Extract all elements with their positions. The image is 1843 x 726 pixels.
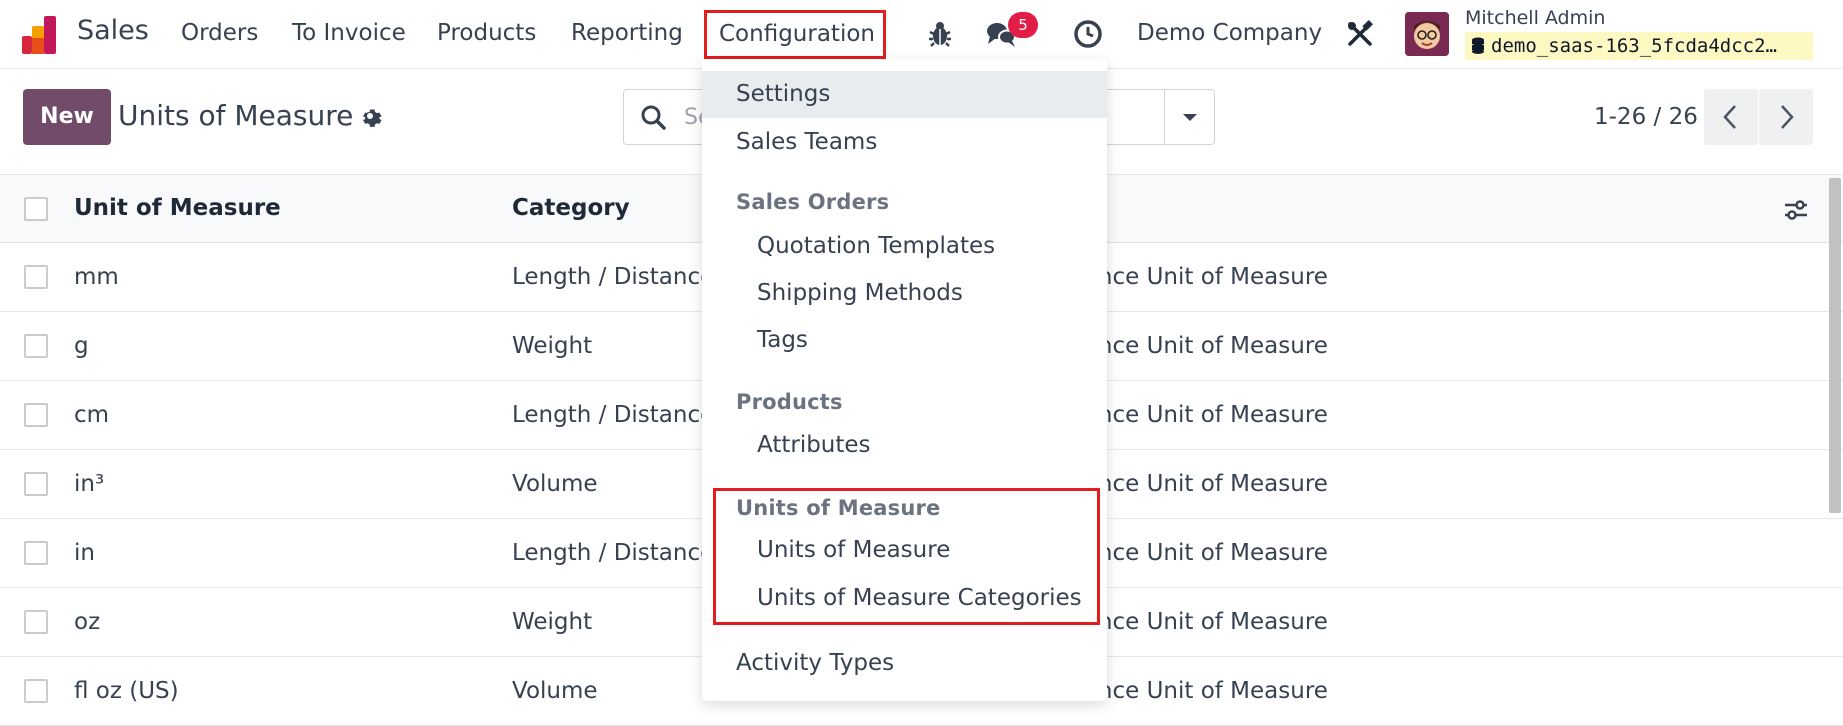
app-name[interactable]: Sales — [77, 15, 149, 46]
uom-section-highlight — [713, 488, 1100, 625]
cell-uom: in — [74, 540, 95, 566]
column-header-uom[interactable]: Unit of Measure — [74, 195, 281, 221]
cell-category: Weight — [512, 609, 593, 635]
row-checkbox[interactable] — [24, 265, 48, 289]
cell-uom: fl oz (US) — [74, 678, 179, 704]
cell-category: Volume — [512, 678, 598, 704]
pager-previous-button[interactable] — [1704, 89, 1758, 145]
menu-to-invoice[interactable]: To Invoice — [292, 20, 406, 46]
menu-configuration[interactable]: Configuration — [704, 10, 886, 59]
cell-category: Length / Distance — [512, 264, 715, 290]
database-icon — [1472, 37, 1484, 54]
row-checkbox[interactable] — [24, 472, 48, 496]
search-icon — [641, 105, 666, 130]
cell-uom: cm — [74, 402, 110, 428]
cell-uom: mm — [74, 264, 119, 290]
caret-down-icon — [1183, 114, 1197, 121]
row-checkbox[interactable] — [24, 334, 48, 358]
menu-orders[interactable]: Orders — [181, 20, 258, 46]
cell-category: Length / Distance — [512, 540, 715, 566]
menu-item-activity-types[interactable]: Activity Types — [702, 640, 1107, 687]
bug-icon[interactable] — [924, 18, 956, 50]
menu-item-settings[interactable]: Settings — [702, 71, 1107, 118]
search-options-toggle[interactable] — [1164, 90, 1214, 144]
new-button[interactable]: New — [23, 89, 111, 145]
cell-uom: g — [74, 333, 89, 359]
cell-category: Weight — [512, 333, 593, 359]
pager-next-button[interactable] — [1759, 89, 1813, 145]
section-header-products: Products — [736, 390, 843, 414]
menu-item-quotation-templates[interactable]: Quotation Templates — [702, 223, 1107, 270]
row-checkbox[interactable] — [24, 403, 48, 427]
app-logo-icon[interactable] — [20, 14, 62, 56]
menu-reporting[interactable]: Reporting — [571, 20, 683, 46]
database-name: demo_saas-163_5fcda4dcc2… — [1491, 35, 1777, 57]
row-checkbox[interactable] — [24, 610, 48, 634]
pager-value[interactable]: 1-26 / 26 — [1594, 104, 1698, 130]
clock-icon[interactable] — [1072, 18, 1104, 50]
menu-item-shipping-methods[interactable]: Shipping Methods — [702, 270, 1107, 317]
chevron-right-icon — [1781, 105, 1794, 129]
chevron-left-icon — [1723, 105, 1736, 129]
cell-category: Length / Distance — [512, 402, 715, 428]
configuration-dropdown: Settings Sales Teams Sales Orders Quotat… — [702, 59, 1107, 701]
user-avatar[interactable] — [1405, 12, 1449, 56]
select-all-checkbox[interactable] — [24, 197, 48, 221]
gear-icon[interactable] — [358, 104, 382, 128]
row-checkbox[interactable] — [24, 541, 48, 565]
row-checkbox[interactable] — [24, 679, 48, 703]
cell-category: Volume — [512, 471, 598, 497]
menu-item-sales-teams[interactable]: Sales Teams — [702, 119, 1107, 166]
menu-products[interactable]: Products — [437, 20, 536, 46]
cell-uom: in³ — [74, 471, 105, 497]
user-name[interactable]: Mitchell Admin — [1465, 7, 1605, 29]
debug-tools-icon[interactable] — [1344, 18, 1376, 50]
page-title: Units of Measure — [118, 99, 354, 132]
menu-item-attributes[interactable]: Attributes — [702, 422, 1107, 469]
database-badge: demo_saas-163_5fcda4dcc2… — [1465, 32, 1813, 60]
messages-badge: 5 — [1008, 12, 1038, 38]
menu-item-tags[interactable]: Tags — [702, 317, 1107, 364]
column-header-category[interactable]: Category — [512, 195, 630, 221]
cell-uom: oz — [74, 609, 101, 635]
optional-columns-icon[interactable] — [1783, 197, 1809, 223]
company-switcher[interactable]: Demo Company — [1137, 20, 1322, 46]
section-header-sales-orders: Sales Orders — [736, 190, 890, 214]
list-scrollbar[interactable] — [1829, 178, 1841, 513]
